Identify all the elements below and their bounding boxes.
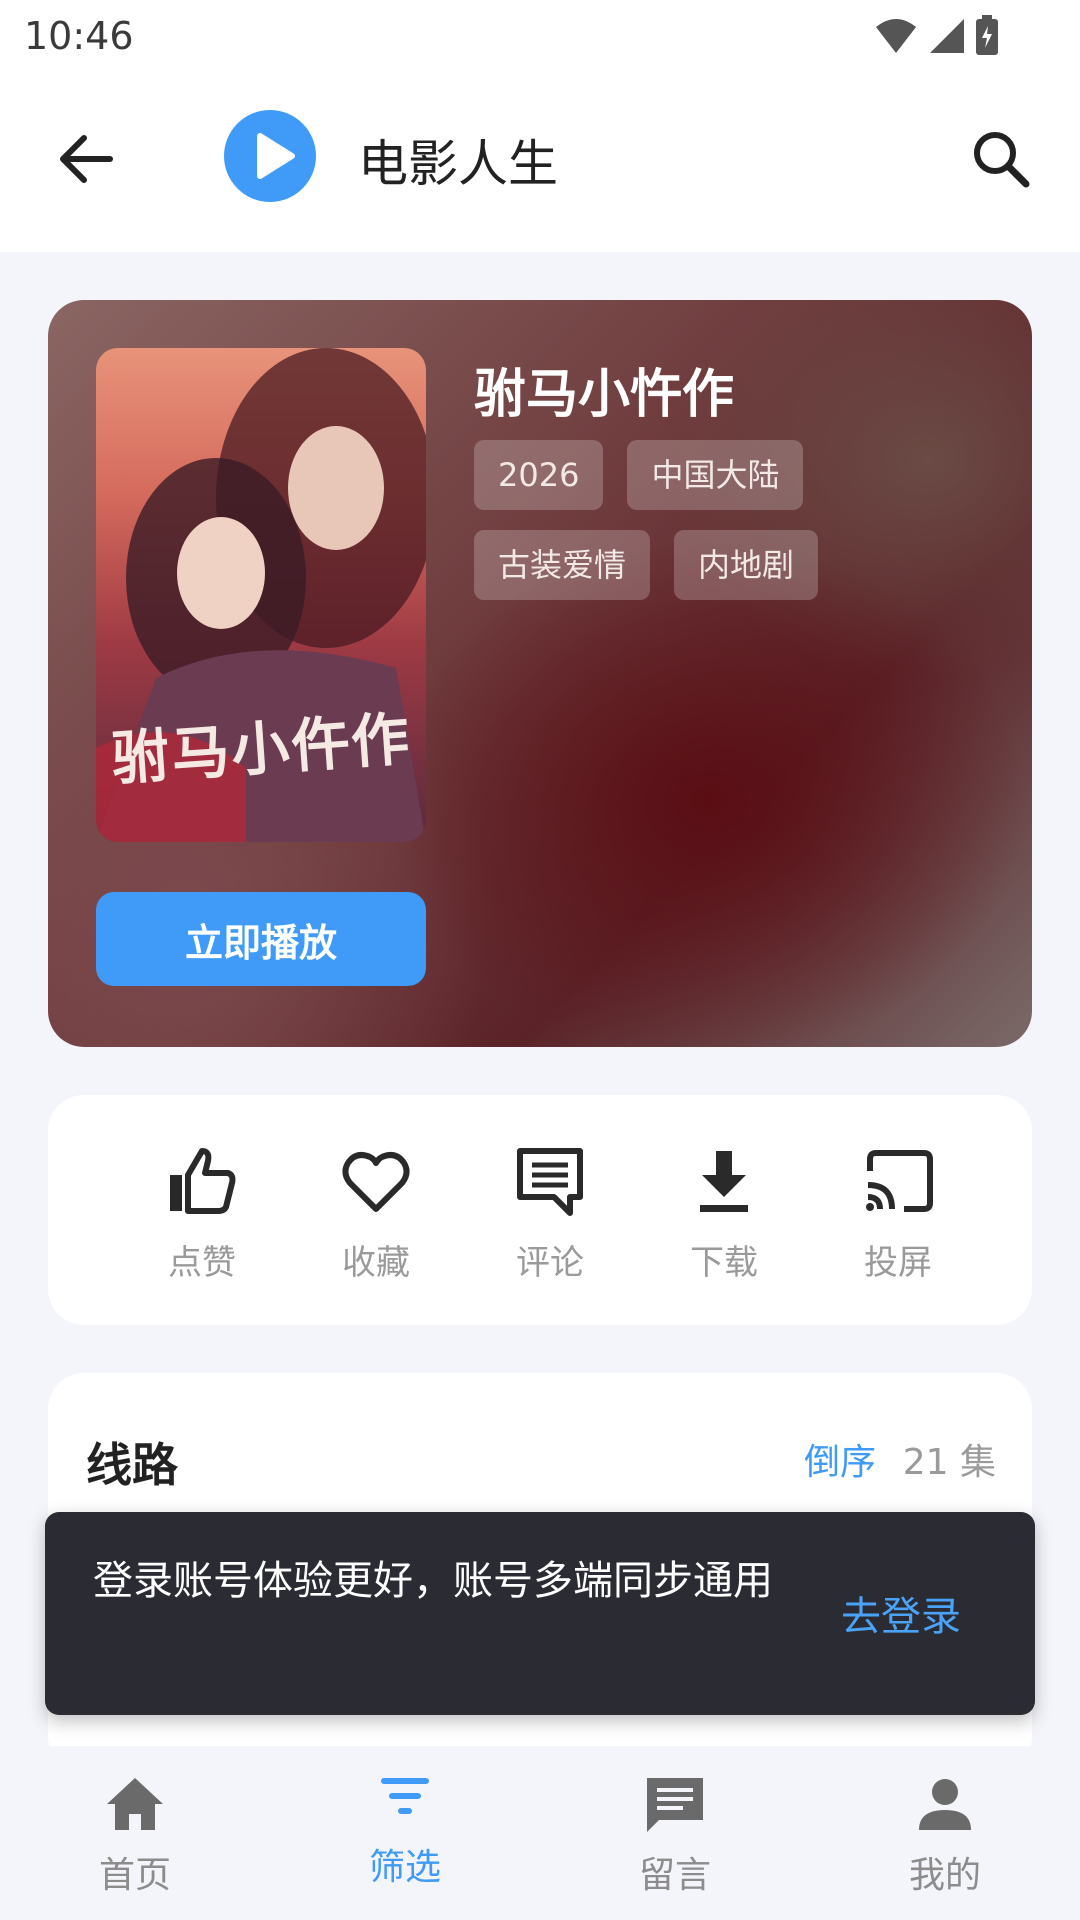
nav-item-profile[interactable]: 我的	[870, 1772, 1020, 1912]
tag-row: 2026 中国大陆	[474, 440, 994, 510]
search-icon[interactable]	[966, 124, 1036, 194]
tag-region: 中国大陆	[627, 440, 804, 510]
episode-count: 21 集	[902, 1442, 996, 1483]
status-time: 10:46	[24, 14, 134, 58]
tag-genre: 古装爱情	[474, 530, 651, 600]
nav-label-messages: 留言	[638, 1855, 711, 1896]
play-now-button[interactable]: 立即播放	[96, 892, 426, 986]
app-logo-play-icon	[224, 110, 316, 202]
status-icons	[874, 14, 1000, 56]
download-icon	[700, 1151, 748, 1212]
tag-year: 2026	[474, 440, 604, 510]
app-title: 电影人生	[358, 135, 558, 193]
heart-icon	[342, 1152, 410, 1212]
download-label: 下载	[690, 1243, 758, 1283]
cast-label: 投屏	[864, 1243, 932, 1283]
hero-card: 驸马小仵作 驸马小忤作 2026 中国大陆 古装爱情 内地剧 立即播放	[48, 300, 1032, 1047]
app-bar: 电影人生	[0, 72, 1080, 252]
filter-icon	[381, 1778, 429, 1814]
bottom-nav: 首页 筛选 留言 我的	[0, 1746, 1080, 1920]
nav-label-profile: 我的	[908, 1855, 981, 1896]
thumb-up-icon	[170, 1148, 236, 1214]
wifi-icon	[876, 19, 916, 53]
favorite-action[interactable]: 收藏	[306, 1145, 446, 1285]
like-label: 点赞	[168, 1243, 236, 1283]
comment-label: 评论	[516, 1243, 584, 1283]
tag-category: 内地剧	[674, 530, 819, 600]
nav-label-filter: 筛选	[368, 1847, 441, 1888]
person-icon	[919, 1779, 971, 1830]
home-icon	[107, 1778, 163, 1830]
download-action[interactable]: 下载	[654, 1145, 794, 1285]
go-login-button[interactable]: 去登录	[841, 1584, 961, 1642]
poster-image[interactable]: 驸马小仵作	[96, 348, 426, 842]
nav-item-home[interactable]: 首页	[60, 1772, 210, 1912]
cast-action[interactable]: 投屏	[828, 1145, 968, 1285]
movie-title: 驸马小忤作	[474, 365, 735, 425]
sort-reverse-button[interactable]: 倒序	[804, 1433, 876, 1485]
login-snackbar: 登录账号体验更好，账号多端同步通用 去登录	[45, 1512, 1035, 1715]
nav-item-messages[interactable]: 留言	[600, 1772, 750, 1912]
tag-row: 古装爱情 内地剧	[474, 530, 994, 600]
battery-icon	[976, 15, 998, 55]
nav-label-home: 首页	[98, 1855, 171, 1896]
snackbar-message: 登录账号体验更好，账号多端同步通用	[93, 1558, 773, 1604]
favorite-label: 收藏	[342, 1243, 410, 1283]
comment-icon	[517, 1148, 583, 1216]
back-arrow-icon[interactable]	[50, 124, 120, 194]
status-bar: 10:46	[0, 0, 1080, 72]
message-icon	[647, 1778, 703, 1832]
signal-icon	[930, 19, 964, 53]
like-action[interactable]: 点赞	[132, 1145, 272, 1285]
route-title: 线路	[86, 1438, 178, 1492]
cast-icon	[866, 1150, 933, 1212]
comment-action[interactable]: 评论	[480, 1145, 620, 1285]
tag-list: 2026 中国大陆 古装爱情 内地剧	[474, 440, 994, 620]
nav-item-filter[interactable]: 筛选	[330, 1764, 480, 1904]
actions-card: 点赞 收藏 评论 下载 投屏	[48, 1095, 1032, 1325]
